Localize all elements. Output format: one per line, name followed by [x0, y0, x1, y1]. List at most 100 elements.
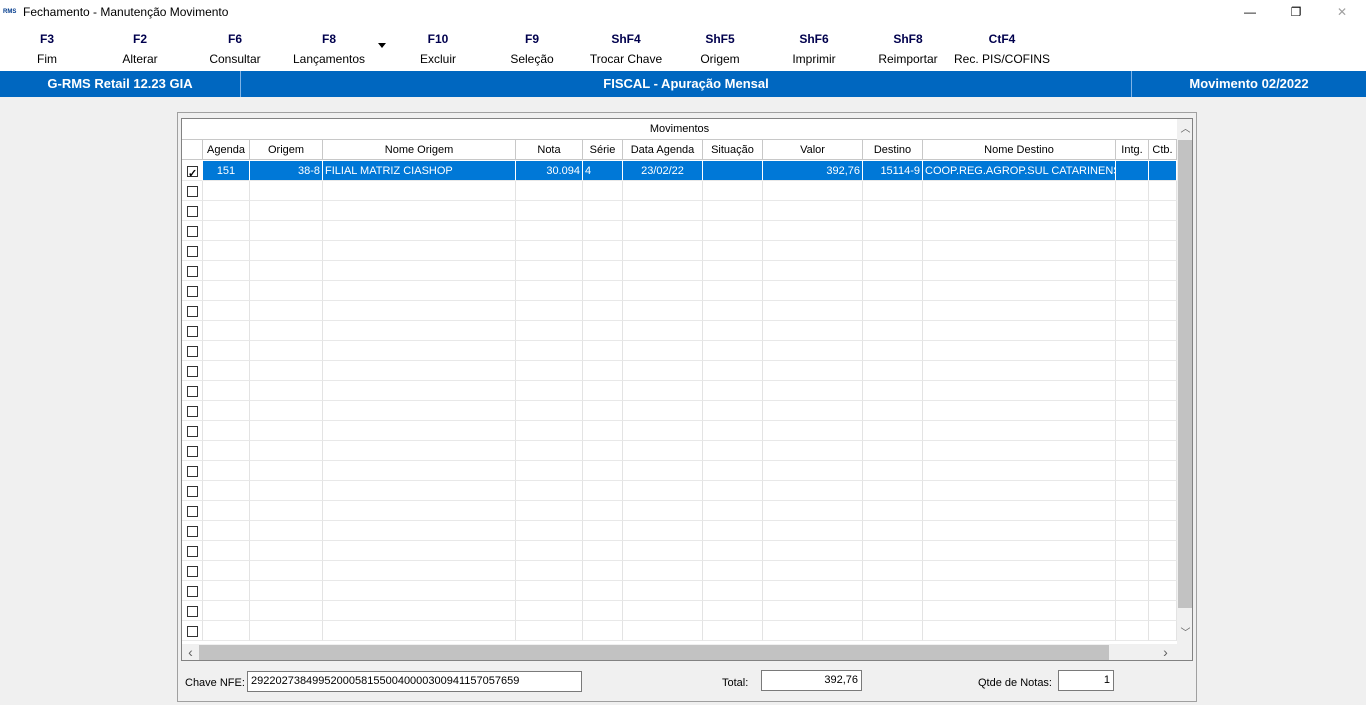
table-row[interactable]	[182, 261, 1177, 281]
chave-nfe-field[interactable]: 2922027384995200058155004000030094115705…	[247, 671, 582, 692]
table-row[interactable]	[182, 321, 1177, 341]
row-checkbox[interactable]	[187, 446, 198, 457]
row-checkbox-cell[interactable]	[182, 521, 203, 541]
row-checkbox[interactable]	[187, 366, 198, 377]
lancamentos-dropdown-icon[interactable]	[378, 43, 386, 48]
table-row[interactable]: 151 38-8 FILIAL MATRIZ CIASHOP 30.094 4 …	[182, 161, 1177, 181]
row-checkbox-cell[interactable]	[182, 321, 203, 341]
row-checkbox[interactable]	[187, 566, 198, 577]
table-row[interactable]	[182, 621, 1177, 641]
table-row[interactable]	[182, 401, 1177, 421]
lancamentos-button[interactable]: F8 Lançamentos	[286, 31, 372, 67]
alterar-button[interactable]: F2 Alterar	[105, 31, 175, 67]
row-checkbox[interactable]	[187, 346, 198, 357]
scroll-right-icon[interactable]: ›	[1157, 644, 1174, 660]
consultar-button[interactable]: F6 Consultar	[199, 31, 271, 67]
row-checkbox[interactable]	[187, 486, 198, 497]
row-checkbox[interactable]	[187, 306, 198, 317]
table-row[interactable]	[182, 341, 1177, 361]
vertical-scroll-thumb[interactable]	[1178, 140, 1192, 608]
row-checkbox[interactable]	[187, 186, 198, 197]
vertical-scrollbar[interactable]: ︿ ﹀	[1177, 119, 1192, 644]
row-checkbox-cell[interactable]	[182, 541, 203, 561]
column-header-serie[interactable]: Série	[583, 140, 623, 160]
row-checkbox[interactable]	[187, 626, 198, 637]
minimize-button[interactable]: —	[1227, 0, 1273, 23]
row-checkbox[interactable]	[187, 586, 198, 597]
excluir-button[interactable]: F10 Excluir	[404, 31, 472, 67]
row-checkbox-checked[interactable]	[187, 164, 198, 180]
row-checkbox-cell[interactable]	[182, 481, 203, 501]
imprimir-button[interactable]: ShF6 Imprimir	[780, 31, 848, 67]
total-field[interactable]: 392,76	[761, 670, 862, 691]
row-checkbox[interactable]	[187, 406, 198, 417]
row-checkbox-cell[interactable]	[182, 581, 203, 601]
table-row[interactable]	[182, 541, 1177, 561]
restore-button[interactable]: ❐	[1273, 0, 1319, 23]
row-checkbox[interactable]	[187, 206, 198, 217]
table-row[interactable]	[182, 301, 1177, 321]
horizontal-scroll-thumb[interactable]	[199, 645, 1109, 660]
row-checkbox[interactable]	[187, 326, 198, 337]
row-checkbox[interactable]	[187, 466, 198, 477]
row-checkbox-cell[interactable]	[182, 161, 203, 181]
row-checkbox[interactable]	[187, 526, 198, 537]
fim-button[interactable]: F3 Fim	[17, 31, 77, 67]
table-row[interactable]	[182, 281, 1177, 301]
column-header-ctb[interactable]: Ctb.	[1149, 140, 1177, 160]
column-header-agenda[interactable]: Agenda	[203, 140, 250, 160]
row-checkbox[interactable]	[187, 246, 198, 257]
row-checkbox[interactable]	[187, 386, 198, 397]
horizontal-scrollbar[interactable]: ‹ ›	[182, 644, 1177, 660]
row-checkbox-cell[interactable]	[182, 221, 203, 241]
row-checkbox-cell[interactable]	[182, 401, 203, 421]
reimportar-button[interactable]: ShF8 Reimportar	[870, 31, 946, 67]
column-header-nome-destino[interactable]: Nome Destino	[923, 140, 1116, 160]
table-row[interactable]	[182, 581, 1177, 601]
table-row[interactable]	[182, 421, 1177, 441]
table-row[interactable]	[182, 241, 1177, 261]
column-header-nota[interactable]: Nota	[516, 140, 583, 160]
qtde-notas-field[interactable]: 1	[1058, 670, 1114, 691]
column-header-intg[interactable]: Intg.	[1116, 140, 1149, 160]
selecao-button[interactable]: F9 Seleção	[497, 31, 567, 67]
scroll-left-icon[interactable]: ‹	[182, 644, 199, 660]
row-checkbox-cell[interactable]	[182, 201, 203, 221]
row-checkbox-cell[interactable]	[182, 561, 203, 581]
trocar-chave-button[interactable]: ShF4 Trocar Chave	[584, 31, 668, 67]
scroll-down-icon[interactable]: ﹀	[1177, 625, 1192, 642]
row-checkbox[interactable]	[187, 426, 198, 437]
row-checkbox-cell[interactable]	[182, 501, 203, 521]
row-checkbox-cell[interactable]	[182, 441, 203, 461]
row-checkbox[interactable]	[187, 606, 198, 617]
table-row[interactable]	[182, 561, 1177, 581]
rec-pis-cofins-button[interactable]: CtF4 Rec. PIS/COFINS	[952, 31, 1052, 67]
column-header-origem[interactable]: Origem	[250, 140, 323, 160]
row-checkbox-cell[interactable]	[182, 281, 203, 301]
table-row[interactable]	[182, 381, 1177, 401]
column-header-data-agenda[interactable]: Data Agenda	[623, 140, 703, 160]
row-checkbox-cell[interactable]	[182, 421, 203, 441]
row-checkbox-cell[interactable]	[182, 301, 203, 321]
column-header-nome-origem[interactable]: Nome Origem	[323, 140, 516, 160]
row-checkbox-cell[interactable]	[182, 461, 203, 481]
table-row[interactable]	[182, 201, 1177, 221]
row-checkbox-cell[interactable]	[182, 381, 203, 401]
table-row[interactable]	[182, 181, 1177, 201]
table-row[interactable]	[182, 221, 1177, 241]
close-button[interactable]: ✕	[1319, 0, 1365, 23]
row-checkbox[interactable]	[187, 506, 198, 517]
movimentos-grid[interactable]: Movimentos Agenda Origem Nome Origem Not…	[181, 118, 1193, 661]
column-header-destino[interactable]: Destino	[863, 140, 923, 160]
row-checkbox-cell[interactable]	[182, 261, 203, 281]
table-row[interactable]	[182, 361, 1177, 381]
row-checkbox-cell[interactable]	[182, 601, 203, 621]
row-checkbox[interactable]	[187, 546, 198, 557]
table-row[interactable]	[182, 441, 1177, 461]
column-header-valor[interactable]: Valor	[763, 140, 863, 160]
row-checkbox-cell[interactable]	[182, 181, 203, 201]
table-row[interactable]	[182, 601, 1177, 621]
column-header-situacao[interactable]: Situação	[703, 140, 763, 160]
table-row[interactable]	[182, 481, 1177, 501]
row-checkbox[interactable]	[187, 286, 198, 297]
